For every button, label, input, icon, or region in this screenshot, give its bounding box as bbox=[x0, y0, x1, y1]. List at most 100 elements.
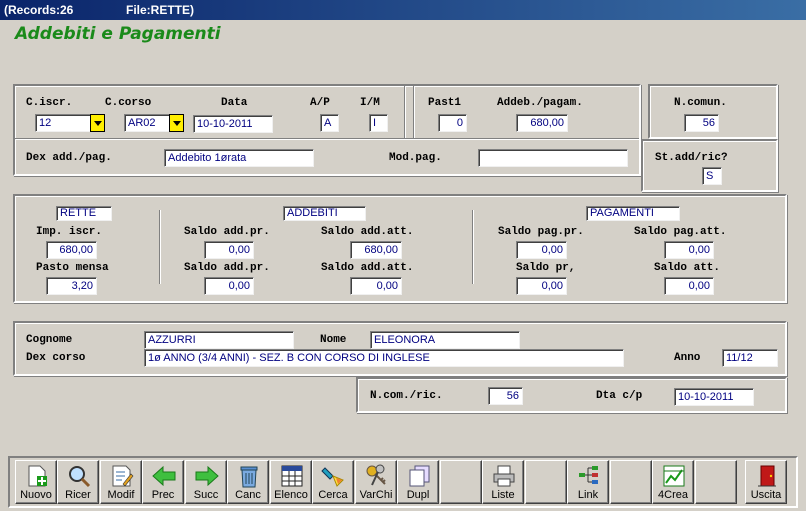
saldo-att-field[interactable]: 0,00 bbox=[664, 277, 714, 295]
flashlight-icon bbox=[321, 467, 344, 487]
saldo-pr-field[interactable]: 0,00 bbox=[516, 277, 567, 295]
cerca-button[interactable]: Cerca bbox=[312, 460, 354, 504]
keys-icon bbox=[366, 464, 386, 486]
cerca-label: Cerca bbox=[318, 489, 348, 501]
divider bbox=[404, 86, 406, 138]
modif-button[interactable]: Modif bbox=[100, 460, 142, 504]
saldo-add-att-field[interactable]: 680,00 bbox=[350, 241, 402, 259]
divider bbox=[472, 210, 474, 284]
saldo-add-pr-field[interactable]: 0,00 bbox=[204, 241, 254, 259]
saldo-pag-att-label: Saldo pag.att. bbox=[634, 226, 727, 238]
create-chart-icon bbox=[663, 465, 685, 487]
saldo-add-pr-label: Saldo add.pr. bbox=[184, 226, 270, 238]
succ-button[interactable]: Succ bbox=[185, 460, 227, 504]
empty-button-1[interactable] bbox=[440, 460, 482, 504]
mod-pag-field[interactable] bbox=[478, 149, 628, 167]
divider bbox=[159, 210, 161, 284]
c-corso-dropdown-icon[interactable] bbox=[169, 114, 184, 132]
im-field[interactable]: I bbox=[369, 114, 388, 132]
c-iscr-dropdown-icon[interactable] bbox=[90, 114, 105, 132]
c-corso-field[interactable]: AR02 bbox=[124, 114, 170, 132]
nuovo-button[interactable]: Nuovo bbox=[15, 460, 57, 504]
varchi-button[interactable]: VarChi bbox=[355, 460, 397, 504]
rette-title: RETTE bbox=[56, 206, 112, 221]
empty-button-2[interactable] bbox=[525, 460, 567, 504]
saldo-pag-pr-label: Saldo pag.pr. bbox=[498, 226, 584, 238]
dta-cp-field[interactable]: 10-10-2011 bbox=[674, 388, 754, 406]
imp-iscr-field[interactable]: 680,00 bbox=[46, 241, 97, 259]
link-button[interactable]: Link bbox=[567, 460, 609, 504]
anno-label: Anno bbox=[674, 352, 701, 364]
trash-icon bbox=[240, 466, 258, 488]
elenco-label: Elenco bbox=[274, 489, 308, 501]
dex-corso-field[interactable]: 1ø ANNO (3/4 ANNI) - SEZ. B CON CORSO DI… bbox=[144, 349, 624, 367]
st-add-ric-label: St.add/ric? bbox=[655, 152, 728, 164]
arrow-right-icon bbox=[195, 465, 219, 487]
data-field[interactable]: 10-10-2011 bbox=[193, 115, 273, 133]
pasto-mensa-field[interactable]: 3,20 bbox=[46, 277, 97, 295]
pasto-mensa-label: Pasto mensa bbox=[36, 262, 109, 274]
magnifier-icon bbox=[69, 466, 91, 488]
nuovo-label: Nuovo bbox=[20, 489, 52, 501]
liste-button[interactable]: Liste bbox=[482, 460, 524, 504]
ncom-ric-label: N.com./ric. bbox=[370, 390, 443, 402]
ap-label: A/P bbox=[310, 97, 330, 109]
exit-door-icon bbox=[758, 465, 776, 487]
dex-corso-label: Dex corso bbox=[26, 352, 86, 364]
uscita-button[interactable]: Uscita bbox=[745, 460, 787, 504]
c-corso-label: C.corso bbox=[105, 97, 152, 109]
dex-add-pag-field[interactable]: Addebito 1ørata bbox=[164, 149, 314, 167]
past1-label: Past1 bbox=[428, 97, 462, 109]
canc-button[interactable]: Canc bbox=[227, 460, 269, 504]
imp-iscr-label: Imp. iscr. bbox=[36, 226, 103, 238]
ncom-ric-field[interactable]: 56 bbox=[488, 387, 523, 405]
duplicate-icon bbox=[409, 465, 430, 487]
ncomun-label: N.comun. bbox=[674, 97, 727, 109]
data-label: Data bbox=[221, 97, 248, 109]
crea4-button[interactable]: 4Crea bbox=[652, 460, 694, 504]
modif-label: Modif bbox=[107, 489, 135, 501]
saldo-add-pr2-field[interactable]: 0,00 bbox=[204, 277, 254, 295]
uscita-label: Uscita bbox=[750, 489, 782, 501]
file-name: File:RETTE) bbox=[126, 3, 194, 17]
dex-add-pag-label: Dex add./pag. bbox=[26, 152, 112, 164]
saldo-add-att2-field[interactable]: 0,00 bbox=[350, 277, 402, 295]
saldo-pr-label: Saldo pr, bbox=[516, 262, 576, 274]
divider bbox=[15, 138, 639, 140]
addeb-pagam-field[interactable]: 680,00 bbox=[516, 114, 568, 132]
saldo-add-att-label: Saldo add.att. bbox=[321, 226, 414, 238]
ricer-button[interactable]: Ricer bbox=[57, 460, 99, 504]
nome-label: Nome bbox=[320, 334, 347, 346]
dupl-button[interactable]: Dupl bbox=[397, 460, 439, 504]
link-label: Link bbox=[577, 489, 599, 501]
varchi-label: VarChi bbox=[359, 489, 393, 501]
saldo-pag-pr-field[interactable]: 0,00 bbox=[516, 241, 567, 259]
empty-button-4[interactable] bbox=[695, 460, 737, 504]
saldo-pag-att-field[interactable]: 0,00 bbox=[664, 241, 714, 259]
past1-field[interactable]: 0 bbox=[438, 114, 467, 132]
succ-label: Succ bbox=[193, 489, 219, 501]
pagamenti-title: PAGAMENTI bbox=[586, 206, 680, 221]
empty-button-3[interactable] bbox=[610, 460, 652, 504]
new-document-icon bbox=[28, 465, 47, 487]
network-icon bbox=[579, 466, 598, 484]
title-bar: (Records:26 File:RETTE) bbox=[0, 0, 806, 20]
ncomun-field[interactable]: 56 bbox=[684, 114, 719, 132]
printer-icon bbox=[493, 465, 515, 487]
anno-field[interactable]: 11/12 bbox=[722, 349, 778, 367]
c-iscr-field[interactable]: 12 bbox=[35, 114, 91, 132]
edit-document-icon bbox=[112, 465, 134, 487]
dta-cp-label: Dta c/p bbox=[596, 390, 643, 402]
elenco-button[interactable]: Elenco bbox=[270, 460, 312, 504]
ap-field[interactable]: A bbox=[320, 114, 339, 132]
dupl-label: Dupl bbox=[406, 489, 430, 501]
saldo-att-label: Saldo att. bbox=[654, 262, 721, 274]
ricer-label: Ricer bbox=[65, 489, 91, 501]
im-label: I/M bbox=[360, 97, 380, 109]
page-title: Addebiti e Pagamenti bbox=[15, 24, 221, 44]
st-add-ric-field[interactable]: S bbox=[702, 167, 722, 185]
arrow-left-icon bbox=[152, 465, 176, 487]
nome-field[interactable]: ELEONORA bbox=[370, 331, 520, 349]
prec-button[interactable]: Prec bbox=[142, 460, 184, 504]
cognome-field[interactable]: AZZURRI bbox=[144, 331, 294, 349]
